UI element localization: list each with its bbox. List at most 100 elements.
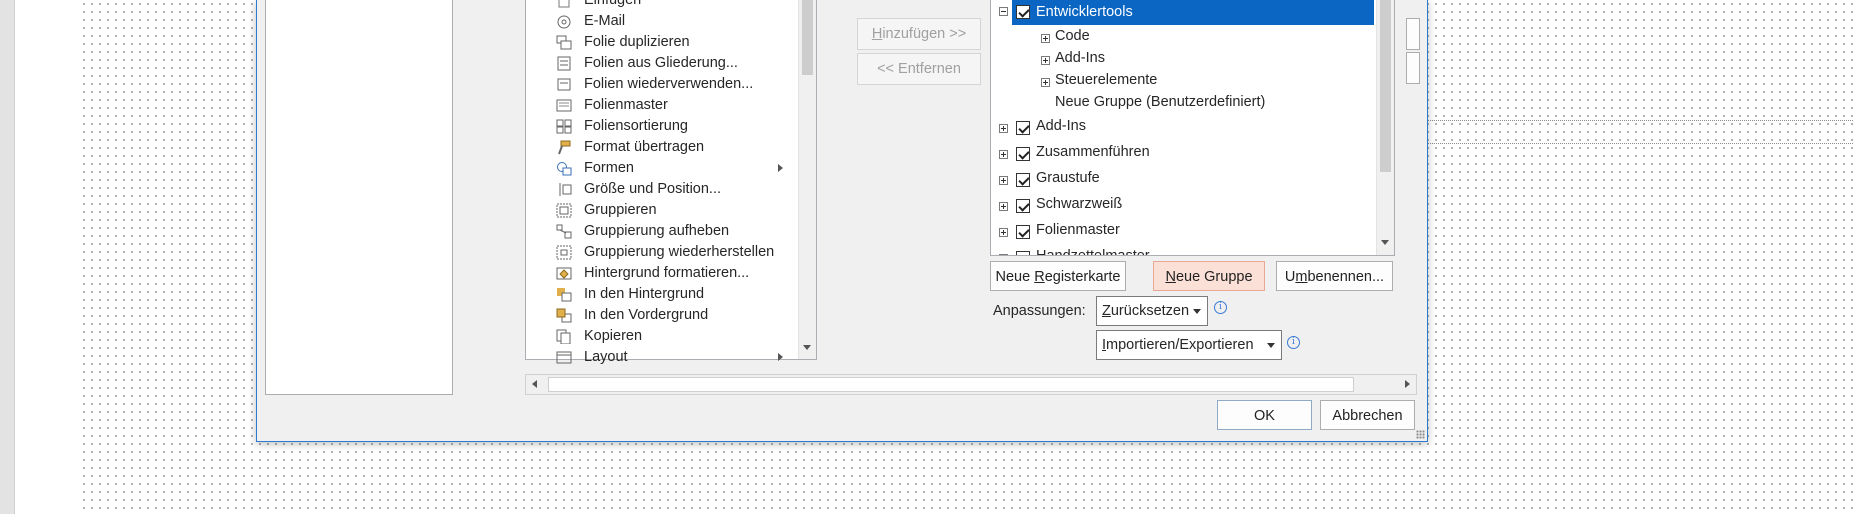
checkbox-icon[interactable] — [1016, 225, 1030, 239]
paste-icon — [556, 0, 572, 8]
collapse-icon[interactable] — [999, 7, 1008, 16]
command-label: In den Vordergrund — [584, 307, 709, 323]
add-button[interactable]: Hinzufügen >> — [857, 18, 981, 50]
scroll-down-icon[interactable] — [803, 345, 811, 350]
resize-grip-icon[interactable] — [1416, 430, 1425, 439]
command-label: Folien wiederverwenden... — [584, 76, 754, 92]
tree-custom-group[interactable]: Neue Gruppe (Benutzerdefiniert) — [1055, 91, 1265, 114]
command-item[interactable]: Gruppierung wiederherstellen — [526, 242, 796, 263]
move-up-button[interactable] — [1406, 18, 1420, 50]
command-label: Folie duplizieren — [584, 34, 690, 50]
command-item[interactable]: Einfügen — [526, 0, 796, 11]
command-item[interactable]: Foliensortierung — [526, 116, 796, 137]
tree-tab-node[interactable]: Graustufe — [1036, 167, 1100, 190]
regroup-icon — [556, 245, 572, 260]
command-label: Gruppieren — [584, 202, 657, 218]
expand-icon[interactable] — [1041, 34, 1050, 43]
scroll-right-icon[interactable] — [1405, 380, 1410, 388]
expand-icon[interactable] — [999, 228, 1008, 237]
command-item[interactable]: Layout — [526, 347, 796, 368]
command-list-scrollbar[interactable] — [798, 0, 816, 359]
import-export-dropdown[interactable]: Importieren/Exportieren — [1096, 330, 1282, 360]
checkbox-icon[interactable] — [1016, 251, 1030, 255]
info-icon[interactable]: i — [1287, 336, 1300, 349]
slide-thumbnail-pane[interactable] — [14, 0, 81, 514]
new-tab-button[interactable]: Neue Registerkarte — [990, 261, 1126, 291]
expand-icon[interactable] — [999, 202, 1008, 211]
command-label: Folien aus Gliederung... — [584, 55, 738, 71]
scrollbar-thumb[interactable] — [548, 377, 1354, 392]
expand-icon[interactable] — [1041, 78, 1050, 87]
expand-icon[interactable] — [1041, 56, 1050, 65]
command-item[interactable]: Gruppieren — [526, 200, 796, 221]
info-icon[interactable]: i — [1214, 301, 1227, 314]
command-item[interactable]: Folie duplizieren — [526, 32, 796, 53]
command-item[interactable]: Folien wiederverwenden... — [526, 74, 796, 95]
horizontal-scrollbar[interactable] — [525, 374, 1417, 395]
command-item[interactable]: Kopieren — [526, 326, 796, 347]
group-icon — [556, 203, 572, 218]
command-item[interactable]: Format übertragen — [526, 137, 796, 158]
command-list[interactable]: Einfügen E-Mail Folie duplizieren Folien au… — [525, 0, 817, 365]
scrollbar-thumb[interactable] — [802, 0, 813, 75]
rename-button[interactable]: Umbenennen... — [1276, 261, 1393, 291]
command-item[interactable]: In den Hintergrund — [526, 284, 796, 305]
format-background-icon — [556, 266, 572, 281]
command-item[interactable]: Hintergrund formatieren... — [526, 263, 796, 284]
tree-node-selected[interactable]: Entwicklertools — [1012, 0, 1374, 25]
command-label: Foliensortierung — [584, 118, 688, 134]
command-item[interactable]: E-Mail — [526, 11, 796, 32]
checkbox-icon[interactable] — [1016, 199, 1030, 213]
tree-tab-node[interactable]: Handzettelmaster — [1036, 245, 1150, 255]
reset-dropdown[interactable]: Zurücksetzen — [1096, 296, 1208, 326]
scrollbar-thumb[interactable] — [1380, 0, 1391, 172]
chevron-down-icon — [1267, 343, 1275, 348]
slide-guide-line — [1424, 143, 1853, 144]
command-label: Kopieren — [584, 328, 643, 344]
tree-tab-node[interactable]: Schwarzweiß — [1036, 193, 1122, 216]
command-label: Einfügen — [584, 0, 642, 8]
expand-icon[interactable] — [999, 150, 1008, 159]
scroll-down-icon[interactable] — [1381, 240, 1389, 245]
move-down-button[interactable] — [1406, 52, 1420, 84]
expand-icon[interactable] — [999, 176, 1008, 185]
email-icon — [556, 14, 572, 29]
new-group-button[interactable]: Neue Gruppe — [1153, 261, 1265, 291]
tree-child-group[interactable]: Steuerelemente — [1055, 69, 1157, 92]
customizations-label: Anpassungen: — [993, 303, 1086, 319]
tree-child-group[interactable]: Code — [1055, 25, 1090, 48]
tree-tab-node[interactable]: Add-Ins — [1036, 115, 1086, 138]
checkbox-icon[interactable] — [1016, 5, 1030, 19]
checkbox-icon[interactable] — [1016, 147, 1030, 161]
duplicate-slide-icon — [556, 35, 572, 50]
expand-icon[interactable] — [999, 124, 1008, 133]
cancel-button[interactable]: Abbrechen — [1320, 400, 1415, 430]
command-item[interactable]: In den Vordergrund — [526, 305, 796, 326]
slides-from-outline-icon — [556, 56, 572, 71]
checkbox-icon[interactable] — [1016, 173, 1030, 187]
tree-node-label: Entwicklertools — [1036, 4, 1133, 20]
category-list-panel[interactable] — [265, 0, 453, 395]
tree-tab-node[interactable]: Zusammenführen — [1036, 141, 1150, 164]
command-items: Einfügen E-Mail Folie duplizieren Folien au… — [526, 0, 796, 368]
copy-icon — [556, 329, 572, 344]
ribbon-tree[interactable]: Entwicklertools Code Add-Ins Steuerelement… — [990, 0, 1395, 256]
tree-tab-node[interactable]: Folienmaster — [1036, 219, 1120, 242]
size-position-icon — [556, 182, 572, 197]
checkbox-icon[interactable] — [1016, 121, 1030, 135]
remove-button[interactable]: << Entfernen — [857, 53, 981, 85]
command-item[interactable]: Folien aus Gliederung... — [526, 53, 796, 74]
command-label: Größe und Position... — [584, 181, 722, 197]
ok-button[interactable]: OK — [1217, 400, 1312, 430]
tree-scrollbar[interactable] — [1376, 0, 1394, 255]
command-label: Gruppierung aufheben — [584, 223, 730, 239]
scroll-left-icon[interactable] — [532, 380, 537, 388]
command-item[interactable]: Gruppierung aufheben — [526, 221, 796, 242]
command-item[interactable]: Folienmaster — [526, 95, 796, 116]
command-item[interactable]: Formen — [526, 158, 796, 179]
expand-icon[interactable] — [999, 254, 1008, 255]
command-label: In den Hintergrund — [584, 286, 705, 302]
tree-child-group[interactable]: Add-Ins — [1055, 47, 1105, 70]
window-left-edge — [0, 0, 14, 514]
command-item[interactable]: Größe und Position... — [526, 179, 796, 200]
